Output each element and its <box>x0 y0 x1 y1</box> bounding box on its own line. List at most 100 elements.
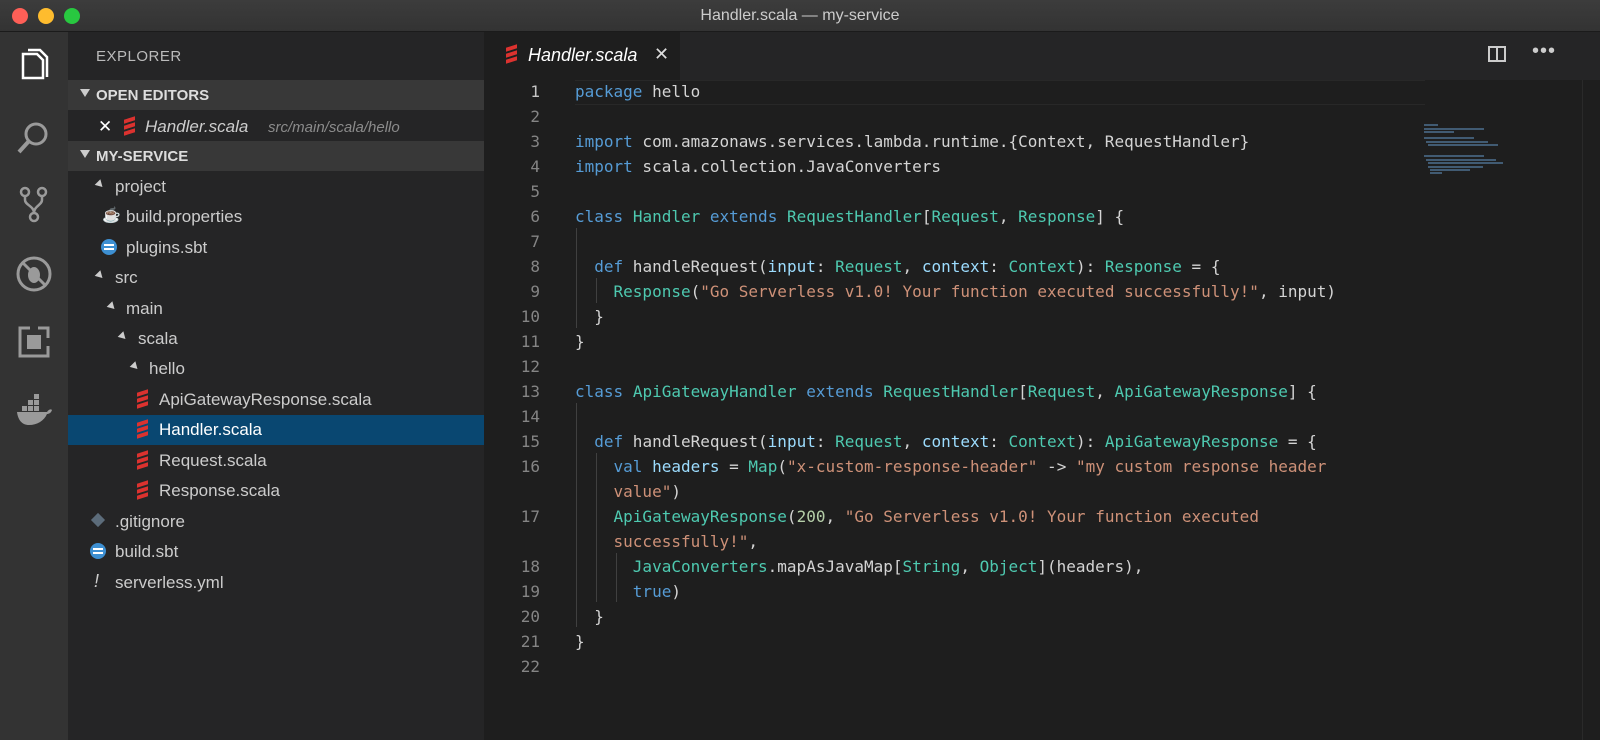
open-editor-path: src/main/scala/hello <box>268 119 400 136</box>
scala-file-icon <box>137 389 148 409</box>
tree-item-label: src <box>115 268 138 287</box>
sbt-file-icon <box>90 543 106 559</box>
line-number: 5 <box>530 182 540 201</box>
line-number: 20 <box>520 607 540 626</box>
yaml-file-icon: ! <box>94 571 100 591</box>
tree-item-plugins-sbt[interactable]: plugins.sbt <box>68 233 484 263</box>
tree-item-gitignore[interactable]: .gitignore <box>68 507 484 537</box>
chevron-down-icon <box>80 89 90 97</box>
code-line: def handleRequest(input: Request, contex… <box>594 432 1317 451</box>
tree-item-response-scala[interactable]: Response.scala <box>68 476 484 506</box>
tree-item-label: ApiGatewayResponse.scala <box>159 390 372 409</box>
search-icon[interactable] <box>10 114 58 162</box>
line-number: 17 <box>520 507 540 526</box>
vertical-scrollbar[interactable] <box>1582 80 1597 740</box>
expand-arrow-icon <box>94 179 106 190</box>
code-line: } <box>575 332 585 351</box>
expand-arrow-icon <box>129 361 141 372</box>
debug-icon[interactable] <box>10 250 58 298</box>
tree-item-request-scala[interactable]: Request.scala <box>68 446 484 476</box>
code-line: ApiGatewayResponse(200, "Go Serverless v… <box>613 507 1259 526</box>
expand-arrow-icon <box>106 301 118 312</box>
code-line: Response("Go Serverless v1.0! Your funct… <box>613 282 1336 301</box>
project-label: MY-SERVICE <box>96 148 189 165</box>
code-line-wrap: value") <box>613 482 681 501</box>
explorer-icon[interactable] <box>10 44 58 92</box>
java-file-icon: ☕ <box>102 207 121 224</box>
tree-item-label: build.properties <box>126 207 243 226</box>
tree-item-label: Request.scala <box>159 451 267 470</box>
code-line: class Handler extends RequestHandler[Req… <box>575 207 1125 226</box>
explorer-sidebar: EXPLORER OPEN EDITORS ✕ Handler.scala sr… <box>68 32 484 740</box>
tree-item-apigatewayresponse-scala[interactable]: ApiGatewayResponse.scala <box>68 385 484 415</box>
tree-item-label: scala <box>138 329 178 348</box>
line-number: 4 <box>530 157 540 176</box>
tree-item-src[interactable]: src <box>68 263 484 293</box>
code-editor[interactable]: 1 2 3 4 5 6 7 8 9 10 11 12 13 14 15 16 1… <box>484 80 1600 740</box>
tab-close-icon[interactable]: ✕ <box>654 44 669 65</box>
tree-item-label: .gitignore <box>115 512 185 531</box>
tab-bar: Handler.scala ✕ ••• <box>484 32 1600 80</box>
source-control-icon[interactable] <box>10 180 58 228</box>
tree-item-label: Handler.scala <box>159 420 263 439</box>
line-number: 21 <box>520 632 540 651</box>
project-header[interactable]: MY-SERVICE <box>68 141 484 171</box>
scala-file-icon <box>137 480 148 500</box>
activity-bar <box>0 32 68 740</box>
code-line: JavaConverters.mapAsJavaMap[String, Obje… <box>632 557 1144 576</box>
tree-item-label: hello <box>149 359 185 378</box>
close-icon[interactable]: ✕ <box>98 117 112 137</box>
tab-handler-scala[interactable]: Handler.scala ✕ <box>484 32 680 80</box>
code-line: import scala.collection.JavaConverters <box>575 157 942 176</box>
line-number: 7 <box>530 232 540 251</box>
open-editor-item[interactable]: ✕ Handler.scala src/main/scala/hello <box>68 112 484 142</box>
tree-item-scala[interactable]: scala <box>68 324 484 354</box>
tree-item-label: serverless.yml <box>115 573 224 592</box>
docker-icon[interactable] <box>10 388 58 436</box>
open-editors-header[interactable]: OPEN EDITORS <box>68 80 484 110</box>
line-number: 19 <box>520 582 540 601</box>
tree-item-hello[interactable]: hello <box>68 354 484 384</box>
tree-item-handler-scala[interactable]: Handler.scala <box>68 415 484 445</box>
scala-file-icon <box>137 419 148 439</box>
tree-item-label: Response.scala <box>159 481 280 500</box>
code-line-wrap: successfully!", <box>613 532 759 551</box>
scala-file-icon <box>137 450 148 470</box>
code-line: def handleRequest(input: Request, contex… <box>594 257 1221 276</box>
code-line: val headers = Map("x-custom-response-hea… <box>613 457 1327 476</box>
line-number: 16 <box>520 457 540 476</box>
tree-item-build-properties[interactable]: ☕ build.properties <box>68 202 484 232</box>
code-line: import com.amazonaws.services.lambda.run… <box>575 132 1250 151</box>
code-line: } <box>594 307 604 326</box>
git-file-icon <box>90 512 106 528</box>
code-line: } <box>575 632 585 651</box>
line-number: 12 <box>520 357 540 376</box>
open-editor-filename: Handler.scala <box>145 117 249 136</box>
code-line: class ApiGatewayHandler extends RequestH… <box>575 382 1317 401</box>
line-number: 1 <box>530 82 540 101</box>
scala-file-icon <box>124 116 135 136</box>
open-editors-label: OPEN EDITORS <box>96 87 210 104</box>
tree-item-project[interactable]: project <box>68 172 484 202</box>
tree-item-serverless-yml[interactable]: ! serverless.yml <box>68 568 484 598</box>
tree-item-main[interactable]: main <box>68 294 484 324</box>
chevron-down-icon <box>80 150 90 158</box>
split-editor-icon[interactable] <box>1488 46 1506 62</box>
line-number: 15 <box>520 432 540 451</box>
sbt-file-icon <box>101 239 117 255</box>
scala-file-icon <box>506 44 517 64</box>
expand-arrow-icon <box>94 270 106 281</box>
tree-item-build-sbt[interactable]: build.sbt <box>68 537 484 567</box>
tree-item-label: project <box>115 177 167 196</box>
minimap[interactable] <box>1424 124 1544 194</box>
line-number: 11 <box>520 332 540 351</box>
line-number: 9 <box>530 282 540 301</box>
extensions-icon[interactable] <box>10 318 58 366</box>
line-number: 6 <box>530 207 540 226</box>
expand-arrow-icon <box>117 331 129 342</box>
tab-label: Handler.scala <box>528 45 638 65</box>
more-actions-icon[interactable]: ••• <box>1532 40 1556 63</box>
line-number: 8 <box>530 257 540 276</box>
window-title: Handler.scala — my-service <box>700 7 900 24</box>
line-number: 18 <box>520 557 540 576</box>
